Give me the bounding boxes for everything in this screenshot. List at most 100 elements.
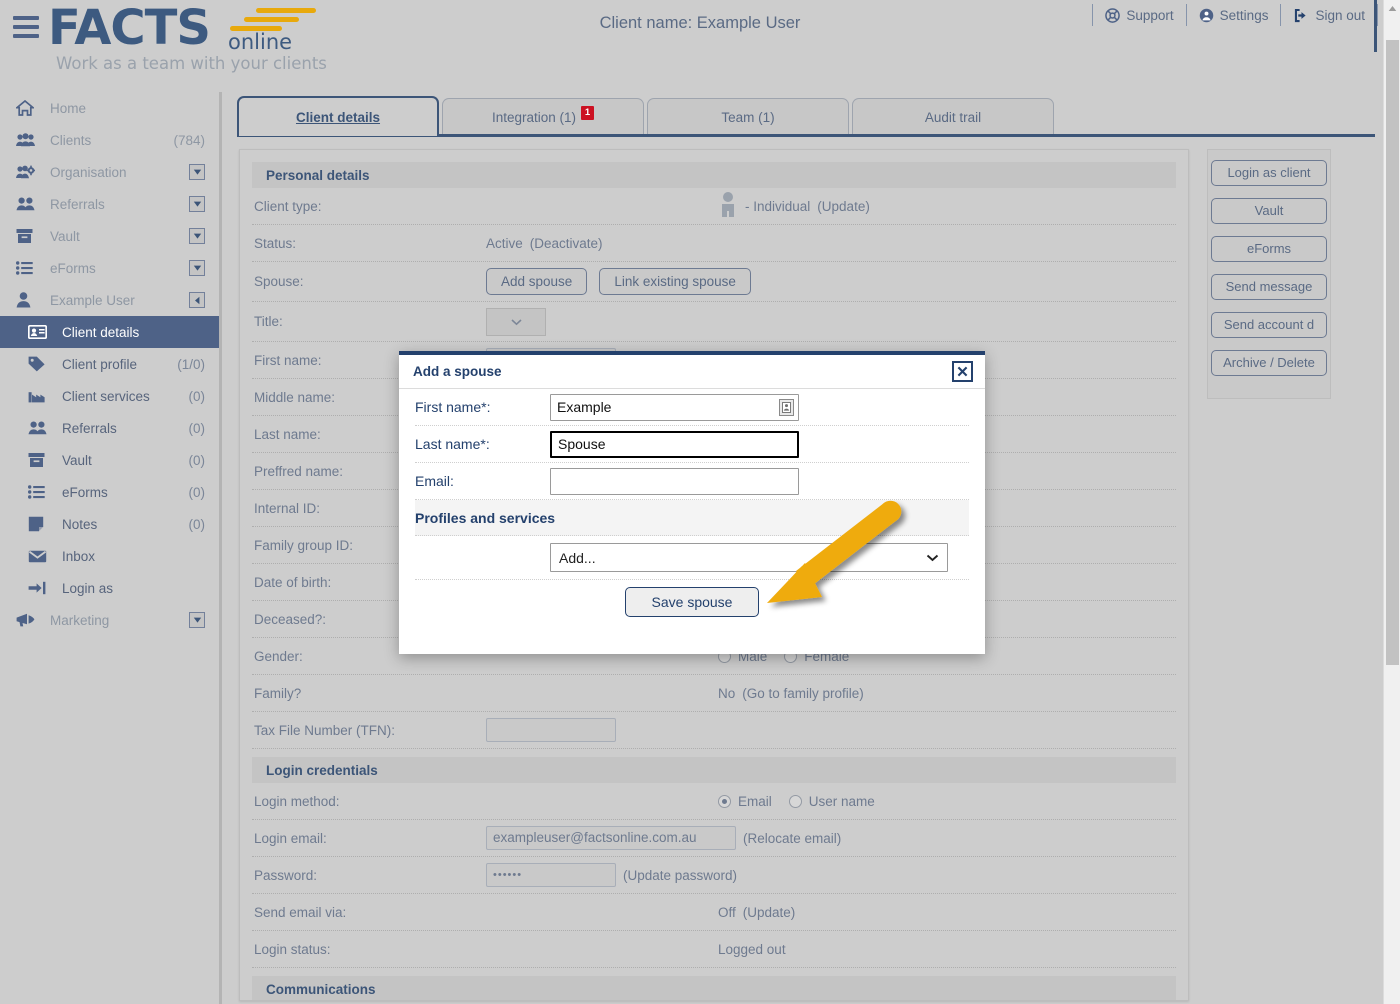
- close-icon[interactable]: [952, 361, 973, 382]
- sidebar-item-client-details[interactable]: Client details: [0, 316, 219, 348]
- sidebar-item-label: Organisation: [50, 164, 127, 180]
- update-send-email-via-link[interactable]: (Update): [743, 905, 796, 920]
- row-password: Password: •••••• (Update password): [252, 857, 1176, 894]
- rail-button-login-as-client[interactable]: Login as client: [1211, 160, 1327, 186]
- tab-client-details[interactable]: Client details: [237, 96, 439, 136]
- row-status: Status: Active (Deactivate): [252, 225, 1176, 262]
- sidebar-item-label: Login as: [62, 580, 114, 596]
- save-spouse-button[interactable]: Save spouse: [624, 587, 760, 617]
- sidebar-item-eforms[interactable]: eForms (0): [0, 476, 219, 508]
- tab-audit-trail[interactable]: Audit trail: [852, 98, 1054, 136]
- label-tfn: Tax File Number (TFN):: [254, 722, 396, 738]
- chevron-down-icon[interactable]: [189, 612, 205, 628]
- sidebar-item-label: Example User: [50, 292, 135, 308]
- label-status: Status:: [254, 235, 297, 251]
- sidebar-item-label: Referrals: [62, 420, 117, 436]
- sidebar-item-organisation[interactable]: Organisation: [0, 156, 219, 188]
- value-client-type: - Individual: [745, 198, 811, 214]
- row-login-status: Login status: Logged out: [252, 931, 1176, 968]
- sidebar-item-count: (0): [188, 420, 206, 436]
- link-existing-spouse-button[interactable]: Link existing spouse: [599, 268, 751, 295]
- sidebar-item-vault[interactable]: Vault (0): [0, 444, 219, 476]
- update-client-type-link[interactable]: (Update): [817, 199, 870, 214]
- sign-out-link[interactable]: Sign out: [1281, 8, 1377, 23]
- sidebar-item-home[interactable]: Home: [0, 92, 219, 124]
- rail-button-send-message[interactable]: Send message: [1211, 274, 1327, 300]
- login-method-username-radio[interactable]: [788, 794, 802, 808]
- support-link[interactable]: Support: [1093, 8, 1185, 23]
- chevron-down-icon[interactable]: [189, 164, 205, 180]
- go-to-family-profile-link[interactable]: (Go to family profile): [742, 686, 864, 701]
- sidebar-item-client-services[interactable]: Client services (0): [0, 380, 219, 412]
- logo-tagline: Work as a team with your clients: [56, 54, 327, 73]
- label-family: Family?: [254, 685, 302, 701]
- spouse-email-input[interactable]: [550, 467, 799, 495]
- tab-label: Integration (1): [491, 110, 577, 125]
- deactivate-link[interactable]: (Deactivate): [530, 236, 603, 251]
- users-gear-icon: [16, 165, 42, 180]
- modal-row-add-service: Add...: [415, 536, 969, 580]
- megaphone-icon: [16, 613, 42, 627]
- users-icon: [16, 133, 42, 147]
- sidebar-item-count: (0): [188, 388, 206, 404]
- label-spouse: Spouse:: [254, 274, 304, 289]
- tab-label: Client details: [295, 109, 381, 125]
- value-login-status: Logged out: [718, 941, 786, 957]
- scroll-up-arrow-icon[interactable]: [1384, 0, 1400, 17]
- tab-label: Audit trail: [924, 110, 982, 125]
- row-client-type: Client type: - Individual (Update): [252, 188, 1176, 225]
- value-send-email-via: Off: [718, 904, 736, 920]
- relocate-email-link[interactable]: (Relocate email): [743, 831, 841, 846]
- chevron-left-icon[interactable]: [189, 292, 205, 308]
- chevron-down-icon[interactable]: [189, 260, 205, 276]
- chevron-down-icon[interactable]: [189, 196, 205, 212]
- rail-button-vault[interactable]: Vault: [1211, 198, 1327, 224]
- rail-button-archive-delete[interactable]: Archive / Delete: [1211, 350, 1327, 376]
- sidebar-item-clients[interactable]: Clients (784): [0, 124, 219, 156]
- sidebar-item-label: eForms: [62, 484, 108, 500]
- sidebar: Home Clients (784) Organisation Referrals Vau…: [0, 92, 222, 1004]
- divider: [1377, 4, 1378, 26]
- login-method-username-label: User name: [808, 793, 875, 809]
- title-select[interactable]: [486, 307, 546, 336]
- tfn-input[interactable]: [486, 718, 616, 742]
- add-service-select[interactable]: Add...: [550, 543, 948, 572]
- label-password: Password:: [254, 867, 318, 883]
- value-family: No: [718, 685, 736, 701]
- update-password-link[interactable]: (Update password): [623, 868, 737, 883]
- tab-team-1[interactable]: Team (1): [647, 98, 849, 136]
- sidebar-item-example-user[interactable]: Example User: [0, 284, 219, 316]
- sidebar-item-label: Notes: [62, 516, 98, 532]
- add-spouse-button[interactable]: Add spouse: [486, 268, 588, 295]
- scrollbar-thumb[interactable]: [1386, 40, 1399, 665]
- spouse-first-name-input[interactable]: [550, 393, 799, 421]
- client-action-rail: Login as client Vault eForms Send message Se…: [1207, 149, 1331, 399]
- row-family: Family? No (Go to family profile): [252, 675, 1176, 712]
- sidebar-item-referrals[interactable]: Referrals: [0, 188, 219, 220]
- tab-integration-1[interactable]: Integration (1) 1: [442, 98, 644, 136]
- login-email-input[interactable]: exampleuser@factsonline.com.au: [486, 826, 736, 850]
- sidebar-item-notes[interactable]: Notes (0): [0, 508, 219, 540]
- sidebar-item-client-profile[interactable]: Client profile (1/0): [0, 348, 219, 380]
- sidebar-item-marketing[interactable]: Marketing: [0, 604, 219, 636]
- sidebar-item-referrals[interactable]: Referrals (0): [0, 412, 219, 444]
- sidebar-item-vault[interactable]: Vault: [0, 220, 219, 252]
- sign-out-icon: [1293, 8, 1309, 23]
- sidebar-item-login-as[interactable]: Login as: [0, 572, 219, 604]
- login-method-email-radio[interactable]: [718, 794, 731, 808]
- chevron-down-icon[interactable]: [189, 228, 205, 244]
- sidebar-item-eforms[interactable]: eForms: [0, 252, 219, 284]
- rail-button-eforms[interactable]: eForms: [1211, 236, 1327, 262]
- contact-card-icon[interactable]: [779, 398, 794, 416]
- spouse-last-name-input[interactable]: [550, 430, 799, 458]
- sidebar-item-label: Clients: [50, 132, 92, 148]
- settings-link[interactable]: Settings: [1187, 8, 1281, 23]
- sidebar-item-inbox[interactable]: Inbox: [0, 540, 219, 572]
- modal-section-profiles-and-services: Profiles and services: [415, 500, 969, 536]
- page-vertical-scrollbar[interactable]: [1383, 0, 1400, 1004]
- chevron-down-icon: [926, 554, 939, 562]
- person-icon: [16, 292, 42, 308]
- rail-button-send-account-d[interactable]: Send account d: [1211, 312, 1327, 338]
- password-input[interactable]: ••••••: [486, 863, 616, 887]
- user-circle-icon: [1199, 8, 1214, 23]
